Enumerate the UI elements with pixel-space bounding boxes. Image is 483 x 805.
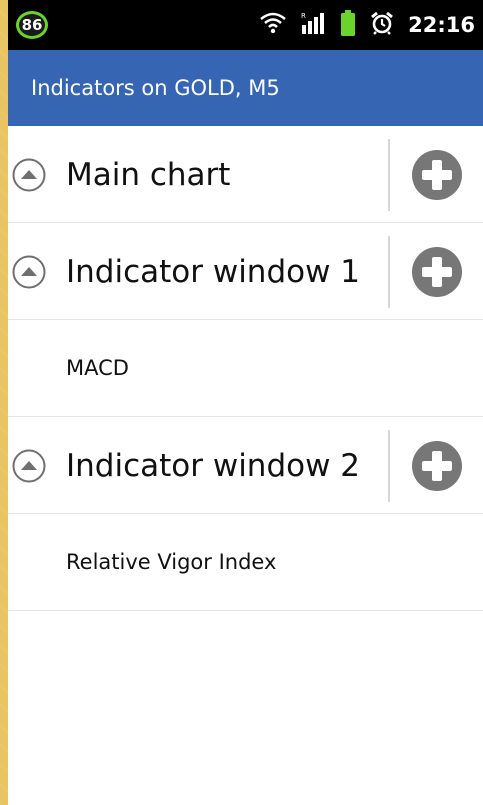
- action-bar: Indicators on GOLD, M5: [8, 50, 483, 126]
- svg-text:R: R: [301, 12, 306, 20]
- collapse-icon[interactable]: [12, 158, 46, 192]
- group-label: Indicator window 1: [66, 253, 361, 290]
- plus-icon: [411, 149, 462, 200]
- battery-icon: [340, 10, 356, 40]
- group-row-main-chart[interactable]: Main chart: [8, 126, 483, 223]
- indicator-name: MACD: [66, 356, 129, 380]
- page-title: Indicators on GOLD, M5: [31, 76, 280, 100]
- plus-icon: [411, 246, 462, 297]
- phone-screen: 86 R 22:16 Indicators on GOLD, M5 Main c…: [8, 0, 483, 805]
- alarm-icon: [370, 11, 394, 39]
- indicator-name: Relative Vigor Index: [66, 550, 277, 574]
- group-label: Main chart: [66, 156, 231, 193]
- add-indicator-button[interactable]: [390, 223, 483, 320]
- add-indicator-button[interactable]: [390, 126, 483, 223]
- status-icons: R 22:16: [260, 0, 475, 50]
- add-indicator-button[interactable]: [390, 417, 483, 514]
- status-bar: 86 R 22:16: [8, 0, 483, 50]
- plus-icon: [411, 440, 462, 491]
- list-item-macd[interactable]: MACD: [8, 320, 483, 417]
- battery-level-text: 86: [21, 16, 43, 34]
- indicator-list: Main chart Indicator window 1 MACD Indic…: [8, 126, 483, 611]
- clock-time: 22:16: [408, 13, 475, 37]
- collapse-icon[interactable]: [12, 449, 46, 483]
- wifi-icon: [260, 12, 286, 38]
- group-label: Indicator window 2: [66, 447, 361, 484]
- list-item-relative-vigor-index[interactable]: Relative Vigor Index: [8, 514, 483, 611]
- battery-level-badge: 86: [16, 11, 48, 39]
- group-row-indicator-window-2[interactable]: Indicator window 2: [8, 417, 483, 514]
- collapse-icon[interactable]: [12, 255, 46, 289]
- group-row-indicator-window-1[interactable]: Indicator window 1: [8, 223, 483, 320]
- signal-icon: R: [300, 11, 326, 39]
